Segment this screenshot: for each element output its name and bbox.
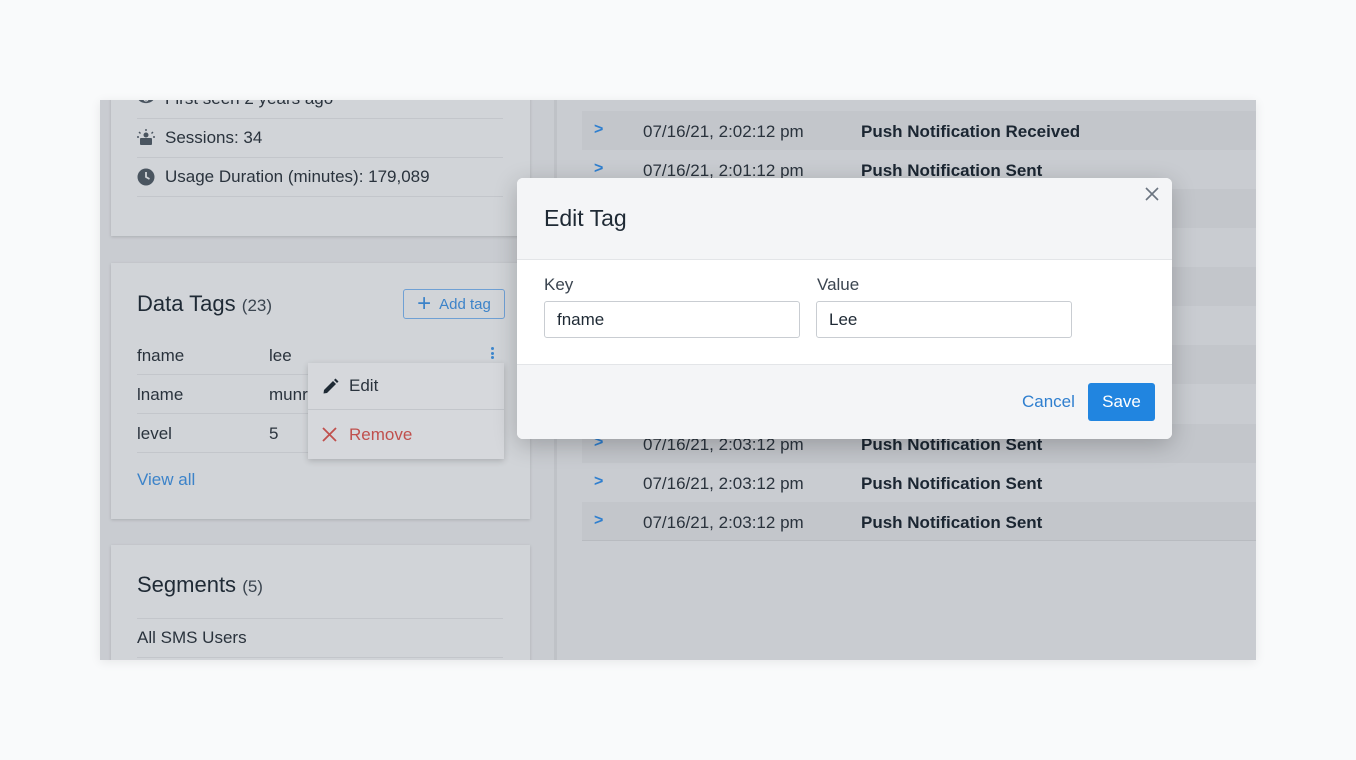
value-input[interactable]: [816, 301, 1072, 338]
event-name: Push Notification Received: [861, 122, 1081, 141]
tag-value: munr: [269, 385, 308, 404]
chevron-right-icon[interactable]: >: [594, 473, 603, 491]
remove-menu-item[interactable]: Remove: [308, 411, 504, 458]
event-row[interactable]: > 07/16/21, 2:02:12 pm Push Notification…: [582, 111, 1256, 150]
cancel-button[interactable]: Cancel: [1022, 392, 1075, 412]
save-button[interactable]: Save: [1088, 383, 1155, 421]
first-seen-label: First seen 2 years ago: [165, 100, 333, 109]
eye-icon: [137, 100, 155, 108]
chevron-right-icon[interactable]: >: [594, 512, 603, 530]
chevron-right-icon[interactable]: >: [594, 160, 603, 178]
usage-duration-stat: Usage Duration (minutes): 179,089: [137, 158, 503, 197]
plus-icon: +: [417, 290, 432, 317]
add-tag-button[interactable]: + Add tag: [403, 289, 505, 319]
edit-menu-item[interactable]: Edit: [308, 363, 504, 410]
segment-item[interactable]: All SMS Users: [137, 618, 503, 658]
clock-icon: [137, 168, 155, 186]
x-icon: [322, 427, 340, 442]
edit-menu-label: Edit: [349, 376, 379, 395]
event-row[interactable]: > 07/16/21, 2:03:12 pm Push Notification…: [582, 463, 1256, 502]
value-label: Value: [817, 275, 860, 294]
tag-key: lname: [137, 385, 184, 404]
close-icon[interactable]: [1140, 182, 1164, 206]
event-time: 07/16/21, 2:03:12 pm: [643, 513, 804, 532]
data-tags-card: Data Tags (23) + Add tag fname lee lname…: [111, 263, 530, 519]
key-label: Key: [544, 275, 574, 294]
event-name: Push Notification Sent: [861, 474, 1043, 493]
tag-value: lee: [269, 346, 292, 365]
event-name: Push Notification Sent: [861, 513, 1043, 532]
tag-context-menu: Edit Remove: [308, 363, 504, 459]
event-time: 07/16/21, 2:02:12 pm: [643, 122, 804, 141]
sessions-stat: Sessions: 34: [137, 119, 503, 158]
modal-header: Edit Tag: [517, 178, 1172, 260]
sessions-label: Sessions: 34: [165, 128, 263, 147]
tag-key: level: [137, 424, 172, 443]
segments-title: Segments (5): [137, 572, 263, 598]
segments-card: Segments (5) All SMS Users: [111, 545, 530, 660]
modal-title: Edit Tag: [544, 205, 627, 231]
edit-tag-modal: Edit Tag Key Value Cancel Save: [517, 178, 1172, 439]
more-options-icon[interactable]: [487, 344, 497, 362]
chevron-right-icon[interactable]: >: [594, 121, 603, 139]
modal-footer: Cancel Save: [517, 364, 1172, 439]
tag-key: fname: [137, 346, 185, 365]
data-tags-title-text: Data Tags: [137, 291, 236, 316]
data-tags-count: (23): [241, 296, 273, 315]
event-time: 07/16/21, 2:03:12 pm: [643, 474, 804, 493]
segments-count: (5): [242, 577, 263, 596]
add-tag-label: Add tag: [439, 295, 491, 313]
event-row[interactable]: > 07/16/21, 2:03:12 pm Push Notification…: [582, 502, 1256, 541]
data-tags-title: Data Tags (23): [137, 291, 272, 317]
usage-duration-label: Usage Duration (minutes): 179,089: [165, 167, 430, 186]
pencil-icon: [322, 378, 340, 395]
overview-card: First seen 2 years ago Sessions: 34 Usag…: [111, 100, 530, 236]
sessions-icon: [137, 129, 155, 147]
first-seen-stat: First seen 2 years ago: [137, 100, 503, 119]
tag-value: 5: [269, 424, 279, 443]
key-input[interactable]: [544, 301, 800, 338]
view-all-link[interactable]: View all: [137, 470, 195, 490]
segments-title-text: Segments: [137, 572, 237, 597]
remove-menu-label: Remove: [349, 424, 413, 444]
